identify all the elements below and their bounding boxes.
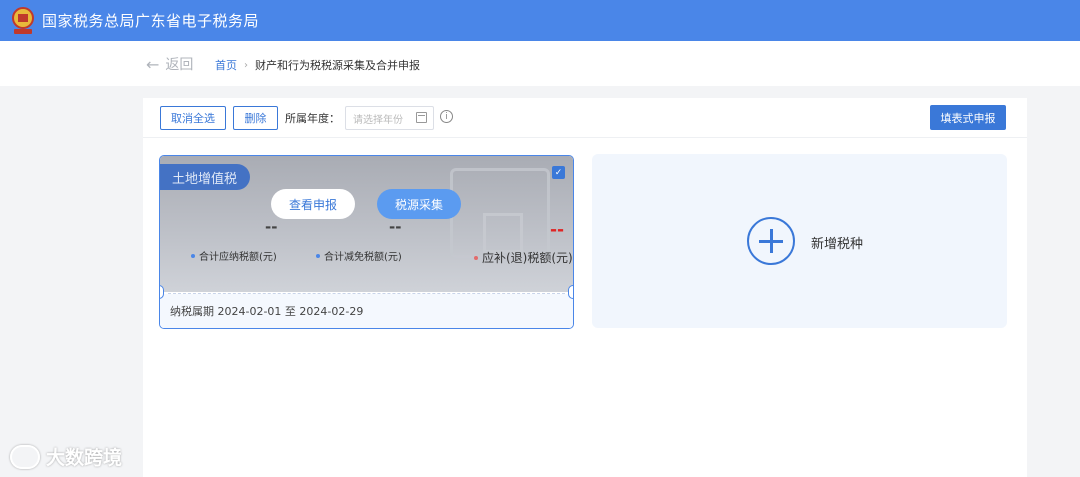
breadcrumb-home[interactable]: 首页 bbox=[215, 57, 237, 73]
calendar-icon bbox=[416, 112, 427, 123]
total-reduction-value: -- bbox=[389, 218, 402, 236]
chat-bubble-logo-icon bbox=[10, 444, 40, 469]
tax-source-collect-button[interactable]: 税源采集 bbox=[377, 189, 461, 219]
add-tax-type-label: 新增税种 bbox=[811, 237, 864, 252]
tax-type-tag: 土地增值税 bbox=[160, 164, 250, 190]
arrow-left-icon: ← bbox=[146, 54, 160, 74]
nav-bar: ← 返回 首页 › 财产和行为税税源采集及合并申报 bbox=[0, 41, 1080, 86]
tax-emblem-icon bbox=[10, 6, 36, 36]
info-icon[interactable]: i bbox=[440, 110, 453, 123]
tax-card-land-value-added[interactable]: 土地增值税 ✓ 查看申报 税源采集 -- -- -- 合计应纳税额(元) 合计减… bbox=[159, 155, 574, 329]
year-picker-input[interactable]: 请选择年份 bbox=[345, 106, 434, 130]
document-watermark-icon bbox=[450, 168, 550, 258]
refund-due-value: -- bbox=[550, 220, 565, 240]
back-label: 返回 bbox=[165, 57, 194, 73]
toolbar: 取消全选 删除 所属年度： 请选择年份 i 填表式申报 bbox=[143, 98, 1027, 138]
view-declaration-button[interactable]: 查看申报 bbox=[271, 189, 355, 219]
breadcrumb-current: 财产和行为税税源采集及合并申报 bbox=[255, 59, 420, 72]
bullet-dot-icon bbox=[316, 253, 320, 258]
ticket-notch-right bbox=[568, 285, 573, 299]
brand-watermark: 大数跨境 bbox=[10, 443, 122, 470]
plus-circle-icon bbox=[747, 217, 795, 265]
add-tax-type-card[interactable]: 新增税种 bbox=[592, 154, 1007, 328]
back-button[interactable]: ← 返回 bbox=[146, 54, 193, 74]
fill-declare-button[interactable]: 填表式申报 bbox=[930, 105, 1006, 130]
year-placeholder: 请选择年份 bbox=[353, 114, 403, 126]
breadcrumb: 首页 › 财产和行为税税源采集及合并申报 bbox=[215, 57, 420, 73]
refund-due-label: 应补(退)税额(元) bbox=[474, 249, 573, 266]
brand-watermark-text: 大数跨境 bbox=[46, 447, 123, 469]
card-select-checkbox[interactable]: ✓ bbox=[552, 166, 565, 179]
main-panel: 取消全选 删除 所属年度： 请选择年份 i 填表式申报 土地增值税 ✓ 查看申报… bbox=[143, 98, 1027, 477]
total-payable-label: 合计应纳税额(元) bbox=[191, 248, 277, 263]
site-title: 国家税务总局广东省电子税务局 bbox=[42, 12, 260, 30]
bullet-dot-icon bbox=[474, 255, 478, 260]
total-payable-value: -- bbox=[265, 218, 278, 236]
total-reduction-label-text: 合计减免税额(元) bbox=[324, 252, 402, 263]
total-payable-label-text: 合计应纳税额(元) bbox=[199, 252, 277, 263]
bullet-dot-icon bbox=[191, 253, 195, 258]
top-header-bar: 国家税务总局广东省电子税务局 bbox=[0, 0, 1080, 41]
deselect-all-button[interactable]: 取消全选 bbox=[160, 106, 226, 130]
tax-period: 纳税属期 2024-02-01 至 2024-02-29 bbox=[170, 305, 364, 318]
year-label: 所属年度： bbox=[285, 112, 340, 125]
total-reduction-label: 合计减免税额(元) bbox=[316, 248, 402, 263]
delete-button[interactable]: 删除 bbox=[233, 106, 278, 130]
refund-due-label-text: 应补(退)税额(元) bbox=[482, 251, 573, 265]
dashed-divider bbox=[168, 293, 565, 294]
chevron-right-icon: › bbox=[244, 59, 248, 71]
